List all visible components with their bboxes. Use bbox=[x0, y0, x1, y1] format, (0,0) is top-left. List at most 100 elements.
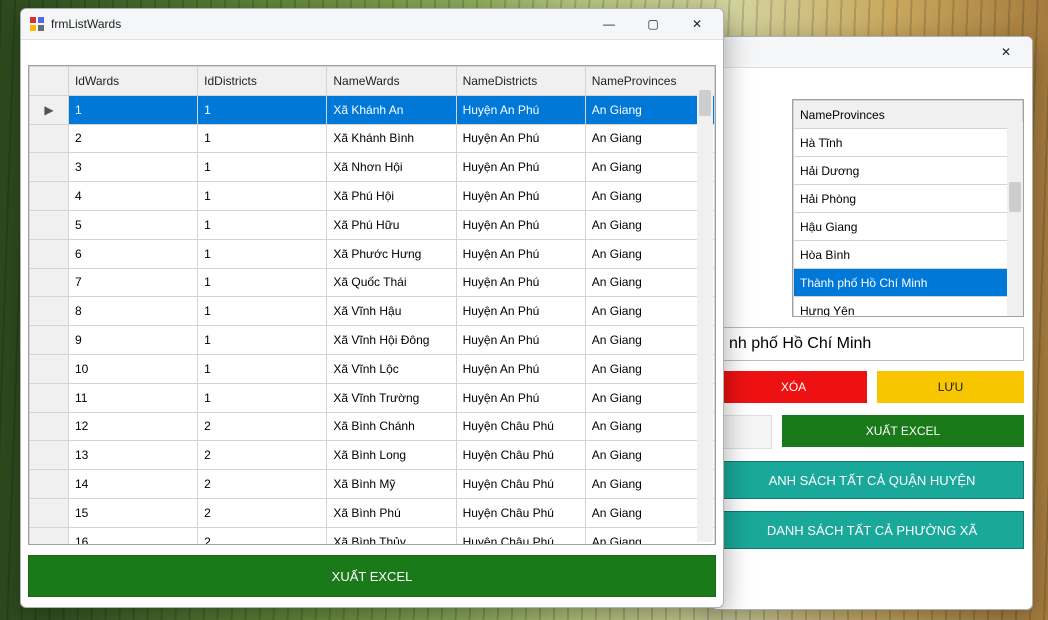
cell-namedistricts[interactable]: Huyện An Phú bbox=[456, 354, 585, 383]
table-row[interactable]: Hải Dương bbox=[794, 157, 1023, 185]
cell-nameprovinces[interactable]: An Giang bbox=[585, 470, 714, 499]
cell-namedistricts[interactable]: Huyện An Phú bbox=[456, 153, 585, 182]
cell-nameprovinces[interactable]: An Giang bbox=[585, 354, 714, 383]
maximize-button[interactable]: ▢ bbox=[631, 9, 675, 39]
table-row[interactable]: 142Xã Bình MỹHuyện Châu PhúAn Giang bbox=[30, 470, 715, 499]
scrollbar-vertical[interactable] bbox=[1007, 122, 1023, 316]
cell-idwards[interactable]: 7 bbox=[68, 268, 197, 297]
cell-nameprovinces[interactable]: An Giang bbox=[585, 239, 714, 268]
cell-iddistricts[interactable]: 2 bbox=[198, 470, 327, 499]
delete-button[interactable]: XÓA bbox=[720, 371, 867, 403]
cell-iddistricts[interactable]: 1 bbox=[198, 297, 327, 326]
col-nameprovinces[interactable]: NameProvinces bbox=[585, 67, 714, 96]
close-button[interactable]: ✕ bbox=[984, 37, 1028, 67]
cell-namewards[interactable]: Xã Bình Chánh bbox=[327, 412, 456, 441]
cell-iddistricts[interactable]: 2 bbox=[198, 527, 327, 545]
cell-nameprovinces[interactable]: An Giang bbox=[585, 210, 714, 239]
scrollbar-vertical[interactable] bbox=[697, 90, 713, 542]
table-row[interactable]: Hậu Giang bbox=[794, 213, 1023, 241]
cell-idwards[interactable]: 8 bbox=[68, 297, 197, 326]
cell-namedistricts[interactable]: Huyện An Phú bbox=[456, 124, 585, 153]
export-excel-button[interactable]: XUẤT EXCEL bbox=[782, 415, 1024, 447]
table-row[interactable]: Hải Phòng bbox=[794, 185, 1023, 213]
cell-namedistricts[interactable]: Huyện An Phú bbox=[456, 95, 585, 124]
cell-namewards[interactable]: Xã Khánh An bbox=[327, 95, 456, 124]
table-row[interactable]: 51Xã Phú HữuHuyện An PhúAn Giang bbox=[30, 210, 715, 239]
cell-namedistricts[interactable]: Huyện An Phú bbox=[456, 297, 585, 326]
cell-namewards[interactable]: Xã Phước Hưng bbox=[327, 239, 456, 268]
table-row[interactable]: 71Xã Quốc TháiHuyện An PhúAn Giang bbox=[30, 268, 715, 297]
cell-province[interactable]: Hậu Giang bbox=[794, 213, 1023, 241]
cell-namedistricts[interactable]: Huyện An Phú bbox=[456, 268, 585, 297]
table-row[interactable]: 31Xã Nhơn HộiHuyện An PhúAn Giang bbox=[30, 153, 715, 182]
cell-iddistricts[interactable]: 1 bbox=[198, 354, 327, 383]
cell-namedistricts[interactable]: Huyện Châu Phú bbox=[456, 441, 585, 470]
cell-namewards[interactable]: Xã Quốc Thái bbox=[327, 268, 456, 297]
cell-iddistricts[interactable]: 2 bbox=[198, 498, 327, 527]
cell-namewards[interactable]: Xã Bình Thủy bbox=[327, 527, 456, 545]
cell-province[interactable]: Thành phố Hồ Chí Minh bbox=[794, 269, 1023, 297]
cell-namewards[interactable]: Xã Vĩnh Hội Đông bbox=[327, 326, 456, 355]
col-name-provinces[interactable]: NameProvinces bbox=[794, 101, 1023, 129]
cell-iddistricts[interactable]: 2 bbox=[198, 412, 327, 441]
table-row[interactable]: 122Xã Bình ChánhHuyện Châu PhúAn Giang bbox=[30, 412, 715, 441]
cell-province[interactable]: Hải Phòng bbox=[794, 185, 1023, 213]
minimize-button[interactable]: — bbox=[587, 9, 631, 39]
cell-nameprovinces[interactable]: An Giang bbox=[585, 297, 714, 326]
save-button[interactable]: LƯU bbox=[877, 371, 1024, 403]
cell-nameprovinces[interactable]: An Giang bbox=[585, 182, 714, 211]
cell-namewards[interactable]: Xã Bình Long bbox=[327, 441, 456, 470]
cell-idwards[interactable]: 13 bbox=[68, 441, 197, 470]
cell-nameprovinces[interactable]: An Giang bbox=[585, 95, 714, 124]
cell-nameprovinces[interactable]: An Giang bbox=[585, 441, 714, 470]
cell-namedistricts[interactable]: Huyện An Phú bbox=[456, 383, 585, 412]
export-excel-button[interactable]: XUẤT EXCEL bbox=[28, 555, 716, 597]
table-row[interactable]: Hà Tĩnh bbox=[794, 129, 1023, 157]
cell-namewards[interactable]: Xã Bình Mỹ bbox=[327, 470, 456, 499]
province-name-input[interactable] bbox=[720, 327, 1024, 361]
cell-nameprovinces[interactable]: An Giang bbox=[585, 498, 714, 527]
close-button[interactable]: ✕ bbox=[675, 9, 719, 39]
cell-idwards[interactable]: 15 bbox=[68, 498, 197, 527]
cell-idwards[interactable]: 2 bbox=[68, 124, 197, 153]
cell-iddistricts[interactable]: 1 bbox=[198, 326, 327, 355]
cell-nameprovinces[interactable]: An Giang bbox=[585, 326, 714, 355]
cell-nameprovinces[interactable]: An Giang bbox=[585, 527, 714, 545]
cell-nameprovinces[interactable]: An Giang bbox=[585, 153, 714, 182]
table-row[interactable]: Hòa Bình bbox=[794, 241, 1023, 269]
cell-idwards[interactable]: 4 bbox=[68, 182, 197, 211]
cell-iddistricts[interactable]: 1 bbox=[198, 210, 327, 239]
cell-iddistricts[interactable]: 1 bbox=[198, 383, 327, 412]
cell-namewards[interactable]: Xã Bình Phú bbox=[327, 498, 456, 527]
cell-namewards[interactable]: Xã Phú Hội bbox=[327, 182, 456, 211]
cell-namedistricts[interactable]: Huyện Châu Phú bbox=[456, 527, 585, 545]
cell-namewards[interactable]: Xã Vĩnh Trường bbox=[327, 383, 456, 412]
cell-namewards[interactable]: Xã Vĩnh Lộc bbox=[327, 354, 456, 383]
cell-namewards[interactable]: Xã Vĩnh Hậu bbox=[327, 297, 456, 326]
col-idwards[interactable]: IdWards bbox=[68, 67, 197, 96]
col-namewards[interactable]: NameWards bbox=[327, 67, 456, 96]
table-row[interactable]: 101Xã Vĩnh LộcHuyện An PhúAn Giang bbox=[30, 354, 715, 383]
table-row[interactable]: 61Xã Phước HưngHuyện An PhúAn Giang bbox=[30, 239, 715, 268]
cell-idwards[interactable]: 11 bbox=[68, 383, 197, 412]
table-row[interactable]: Hưng Yên bbox=[794, 297, 1023, 318]
table-row[interactable]: 91Xã Vĩnh Hội ĐôngHuyện An PhúAn Giang bbox=[30, 326, 715, 355]
cell-namedistricts[interactable]: Huyện An Phú bbox=[456, 182, 585, 211]
cell-idwards[interactable]: 16 bbox=[68, 527, 197, 545]
cell-nameprovinces[interactable]: An Giang bbox=[585, 268, 714, 297]
cell-namewards[interactable]: Xã Nhơn Hội bbox=[327, 153, 456, 182]
table-row[interactable]: 132Xã Bình LongHuyện Châu PhúAn Giang bbox=[30, 441, 715, 470]
table-row[interactable]: Thành phố Hồ Chí Minh bbox=[794, 269, 1023, 297]
cell-idwards[interactable]: 9 bbox=[68, 326, 197, 355]
col-namedistricts[interactable]: NameDistricts bbox=[456, 67, 585, 96]
cell-namedistricts[interactable]: Huyện An Phú bbox=[456, 239, 585, 268]
cell-idwards[interactable]: 3 bbox=[68, 153, 197, 182]
cell-idwards[interactable]: 14 bbox=[68, 470, 197, 499]
list-all-districts-button[interactable]: ANH SÁCH TẤT CẢ QUẬN HUYỆN bbox=[720, 461, 1024, 499]
provinces-grid[interactable]: NameProvinces Hà TĩnhHải DươngHải PhòngH… bbox=[792, 99, 1024, 317]
cell-province[interactable]: Hưng Yên bbox=[794, 297, 1023, 318]
cell-iddistricts[interactable]: 1 bbox=[198, 95, 327, 124]
cell-idwards[interactable]: 1 bbox=[68, 95, 197, 124]
wards-grid[interactable]: IdWards IdDistricts NameWards NameDistri… bbox=[28, 65, 716, 545]
cell-namewards[interactable]: Xã Khánh Bình bbox=[327, 124, 456, 153]
